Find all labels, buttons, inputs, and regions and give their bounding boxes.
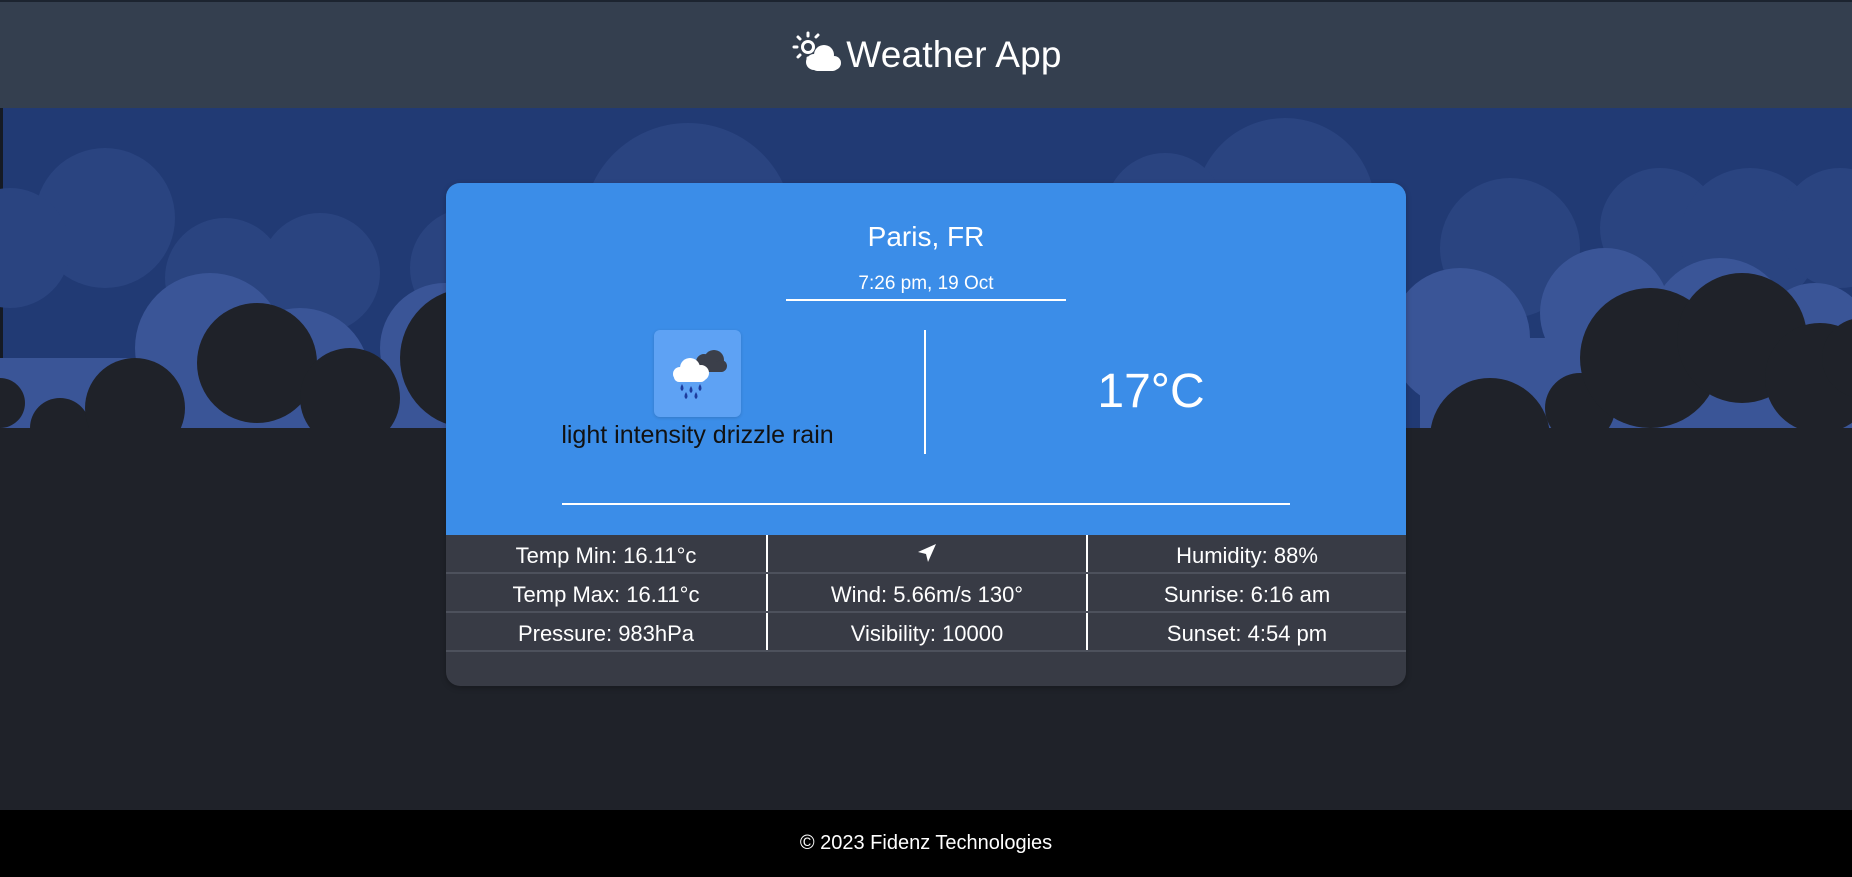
wind: Wind: 5.66m/s 130° [766,574,1086,611]
sunset: Sunset: 4:54 pm [1086,613,1406,650]
app-footer: © 2023 Fidenz Technologies [0,810,1852,877]
summary-bottom-line [562,503,1290,505]
weather-summary: Paris, FR 7:26 pm, 19 Oct light intensit… [446,183,1406,535]
app-header: Weather App [0,0,1852,108]
details-row: Temp Max: 16.11°c Wind: 5.66m/s 130° Sun… [446,574,1406,613]
temp-min: Temp Min: 16.11°c [515,542,697,568]
weather-description: light intensity drizzle rain [561,421,834,449]
details-row: Temp Min: 16.11°c Humidity: 88% [446,535,1406,574]
weather-card: Paris, FR 7:26 pm, 19 Oct light intensit… [446,183,1406,686]
weather-condition-box [654,330,741,417]
current-temperature: 17°C [1097,365,1205,418]
app-title: Weather App [846,34,1062,75]
sunrise: Sunrise: 6:16 am [1086,574,1406,611]
weather-details: Temp Min: 16.11°c Humidity: 88% Temp Max… [446,535,1406,652]
date-time: 7:26 pm, 19 Oct [786,273,1066,301]
sun-cloud-icon [792,31,842,71]
summary-divider [924,330,926,454]
drizzle-rain-icon [673,350,727,399]
humidity: Humidity: 88% [1086,535,1406,572]
details-row: Pressure: 983hPa Visibility: 10000 Sunse… [446,613,1406,652]
navigation-arrow-icon [918,543,936,562]
temp-max: Temp Max: 16.11°c [512,581,700,607]
wind-direction [766,535,1086,572]
pressure: Pressure: 983hPa [517,620,695,646]
city-name: Paris, FR [867,221,985,252]
copyright-text: © 2023 Fidenz Technologies [799,832,1053,854]
visibility: Visibility: 10000 [766,613,1086,650]
